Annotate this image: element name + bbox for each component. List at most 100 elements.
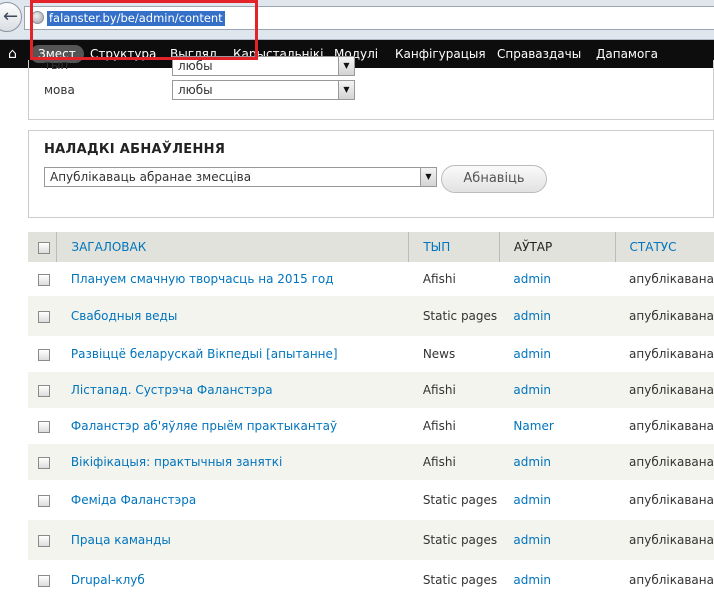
row-author-link[interactable]: admin bbox=[513, 493, 551, 507]
row-title-cell: Вікіфікацыя: практычныя заняткі bbox=[56, 444, 409, 480]
row-checkbox[interactable] bbox=[38, 456, 50, 469]
row-status: апублікавана bbox=[615, 296, 714, 336]
row-title-cell: Drupal-клуб bbox=[56, 560, 409, 600]
row-checkbox[interactable] bbox=[38, 348, 50, 361]
select-all-checkbox[interactable] bbox=[38, 241, 50, 254]
chevron-down-icon: ▼ bbox=[338, 81, 354, 99]
row-author-link[interactable]: admin bbox=[513, 383, 551, 397]
row-title-link[interactable]: Drupal-клуб bbox=[71, 573, 145, 587]
row-title-cell: Фаланстэр аб'яўляе прыём практыкантаў bbox=[56, 408, 409, 444]
filter-language-label: мова bbox=[44, 83, 75, 97]
row-author-link[interactable]: Namer bbox=[513, 419, 553, 433]
row-author-cell: admin bbox=[499, 480, 616, 520]
row-status: апублікавана bbox=[615, 480, 714, 520]
row-select-cell bbox=[28, 480, 57, 520]
row-title-cell: Свабодныя веды bbox=[56, 296, 409, 336]
update-action-value: Апублікаваць абранае змесціва bbox=[50, 170, 252, 184]
row-author-cell: admin bbox=[499, 336, 616, 372]
row-title-link[interactable]: Лістапад. Сустрэча Фаланстэра bbox=[71, 383, 273, 397]
row-title-link[interactable]: Плануем смачную творчасць на 2015 год bbox=[71, 272, 334, 286]
row-type: Static pages bbox=[408, 520, 500, 560]
row-select-cell bbox=[28, 520, 57, 560]
row-author-cell: admin bbox=[499, 262, 616, 296]
row-author-cell: admin bbox=[499, 444, 616, 480]
update-button[interactable]: Абнавіць bbox=[441, 165, 547, 193]
home-icon[interactable]: ⌂ bbox=[8, 46, 17, 62]
back-arrow-icon: ← bbox=[3, 6, 19, 27]
row-title-link[interactable]: Праца каманды bbox=[71, 533, 171, 547]
row-author-cell: admin bbox=[499, 560, 616, 600]
row-title-cell: Плануем смачную творчасць на 2015 год bbox=[56, 262, 409, 296]
row-title-link[interactable]: Вікіфікацыя: практычныя заняткі bbox=[71, 455, 282, 469]
row-status: апублікавана bbox=[615, 408, 714, 444]
row-type: Static pages bbox=[408, 296, 500, 336]
highlight-box bbox=[30, 0, 258, 60]
table-row: Свабодныя веды Static pages admin апублі… bbox=[28, 296, 714, 336]
content-table: ЗАГАЛОВАК ТЫП АЎТАР СТАТУС Плануем смачн… bbox=[28, 232, 714, 600]
chevron-down-icon: ▼ bbox=[420, 168, 436, 186]
row-checkbox[interactable] bbox=[38, 420, 50, 433]
row-select-cell bbox=[28, 408, 57, 444]
row-select-cell bbox=[28, 560, 57, 600]
row-title-link[interactable]: Феміда Фаланстэра bbox=[71, 493, 196, 507]
row-type: News bbox=[408, 336, 500, 372]
row-type: Afishi bbox=[408, 444, 500, 480]
table-row: Вікіфікацыя: практычныя заняткі Afishi a… bbox=[28, 444, 714, 480]
row-author-cell: admin bbox=[499, 296, 616, 336]
chevron-down-icon: ▼ bbox=[338, 57, 354, 75]
row-status: апублікавана bbox=[615, 372, 714, 408]
update-options-title: НАЛАДКІ АБНАЎЛЕННЯ bbox=[44, 142, 226, 157]
row-author-link[interactable]: admin bbox=[513, 309, 551, 323]
row-status: апублікавана bbox=[615, 336, 714, 372]
table-row: Феміда Фаланстэра Static pages admin апу… bbox=[28, 480, 714, 520]
row-status: апублікавана bbox=[615, 520, 714, 560]
table-row: Праца каманды Static pages admin апублік… bbox=[28, 520, 714, 560]
row-title-link[interactable]: Фаланстэр аб'яўляе прыём практыкантаў bbox=[71, 419, 337, 433]
row-author-link[interactable]: admin bbox=[513, 455, 551, 469]
filter-type-value: любы bbox=[178, 59, 213, 73]
row-author-link[interactable]: admin bbox=[513, 272, 551, 286]
row-checkbox[interactable] bbox=[38, 384, 50, 397]
row-select-cell bbox=[28, 296, 57, 336]
back-button[interactable]: ← bbox=[0, 2, 22, 32]
row-checkbox[interactable] bbox=[38, 574, 50, 587]
column-header-author[interactable]: АЎТАР bbox=[499, 232, 616, 262]
row-checkbox[interactable] bbox=[38, 273, 50, 286]
row-author-cell: admin bbox=[499, 520, 616, 560]
update-options-panel: НАЛАДКІ АБНАЎЛЕННЯ Апублікаваць абранае … bbox=[28, 130, 714, 218]
row-checkbox[interactable] bbox=[38, 494, 50, 507]
row-author-link[interactable]: admin bbox=[513, 533, 551, 547]
row-author-cell: Namer bbox=[499, 408, 616, 444]
row-title-link[interactable]: Развіццё беларускай Вікпедыі [апытанне] bbox=[71, 347, 338, 361]
row-status: апублікавана bbox=[615, 262, 714, 296]
row-author-cell: admin bbox=[499, 372, 616, 408]
table-row: Фаланстэр аб'яўляе прыём практыкантаў Af… bbox=[28, 408, 714, 444]
table-row: Drupal-клуб Static pages admin апублікав… bbox=[28, 560, 714, 600]
table-row: Лістапад. Сустрэча Фаланстэра Afishi adm… bbox=[28, 372, 714, 408]
select-all-header bbox=[28, 232, 58, 262]
row-title-link[interactable]: Свабодныя веды bbox=[71, 309, 177, 323]
row-title-cell: Праца каманды bbox=[56, 520, 409, 560]
filter-type-label: тып bbox=[44, 58, 69, 72]
column-header-status[interactable]: СТАТУС bbox=[615, 232, 714, 262]
filter-panel: тып любы ▼ мова любы ▼ bbox=[28, 56, 714, 120]
filter-language-select[interactable]: любы ▼ bbox=[172, 80, 355, 100]
table-row: Развіццё беларускай Вікпедыі [апытанне] … bbox=[28, 336, 714, 372]
row-status: апублікавана bbox=[615, 560, 714, 600]
row-author-link[interactable]: admin bbox=[513, 573, 551, 587]
column-header-type[interactable]: ТЫП bbox=[408, 232, 500, 262]
row-author-link[interactable]: admin bbox=[513, 347, 551, 361]
row-checkbox[interactable] bbox=[38, 534, 50, 547]
row-title-cell: Лістапад. Сустрэча Фаланстэра bbox=[56, 372, 409, 408]
row-type: Afishi bbox=[408, 408, 500, 444]
row-select-cell bbox=[28, 336, 57, 372]
row-select-cell bbox=[28, 372, 57, 408]
row-status: апублікавана bbox=[615, 444, 714, 480]
row-checkbox[interactable] bbox=[38, 310, 50, 323]
row-select-cell bbox=[28, 444, 57, 480]
update-action-select[interactable]: Апублікаваць абранае змесціва ▼ bbox=[44, 167, 437, 187]
row-title-cell: Развіццё беларускай Вікпедыі [апытанне] bbox=[56, 336, 409, 372]
row-type: Static pages bbox=[408, 480, 500, 520]
table-row: Плануем смачную творчасць на 2015 год Af… bbox=[28, 262, 714, 296]
column-header-title[interactable]: ЗАГАЛОВАК bbox=[56, 232, 410, 262]
